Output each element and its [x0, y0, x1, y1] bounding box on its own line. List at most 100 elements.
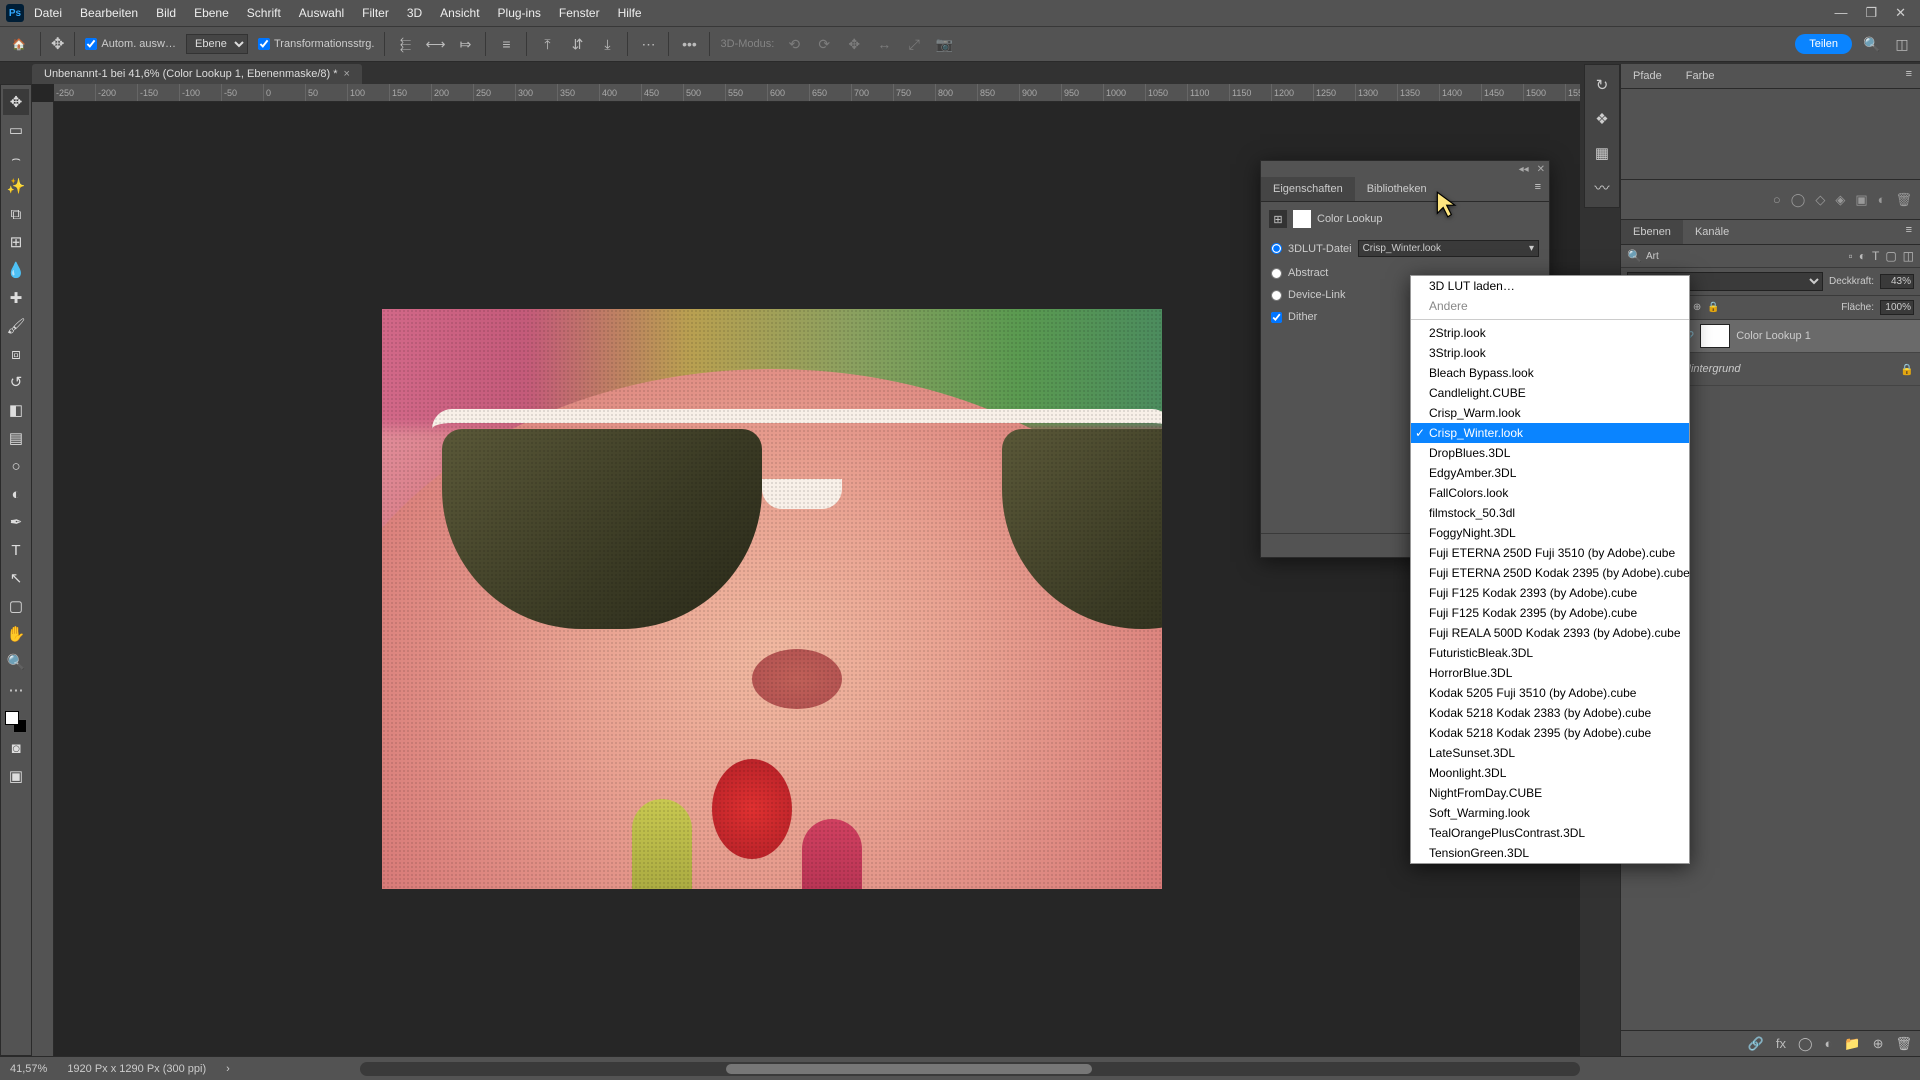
workspace-icon[interactable]: ◫ — [1892, 34, 1912, 54]
delete-layer-icon[interactable]: 🗑 — [1895, 1036, 1912, 1052]
horizontal-scrollbar[interactable] — [360, 1062, 1580, 1076]
rectangle-tool[interactable]: ▢ — [3, 593, 29, 619]
auto-select-target[interactable]: Ebene — [186, 34, 248, 54]
history-panel-icon[interactable]: ↻ — [1592, 75, 1612, 95]
share-button[interactable]: Teilen — [1795, 34, 1852, 54]
path-tool[interactable]: ↖ — [3, 565, 29, 591]
eyedropper-tool[interactable]: 💧 — [3, 257, 29, 283]
quickmask-tool[interactable]: ◙ — [3, 735, 29, 761]
close-icon[interactable]: × — [344, 68, 350, 80]
adj-icon[interactable]: ◈ — [1835, 192, 1845, 208]
link-layers-icon[interactable]: 🔗 — [1748, 1036, 1764, 1052]
chevron-right-icon[interactable]: › — [226, 1063, 230, 1075]
lut-item[interactable]: FallColors.look — [1411, 483, 1689, 503]
menu-plugins[interactable]: Plug-ins — [490, 2, 549, 24]
wand-tool[interactable]: ✨ — [3, 173, 29, 199]
align-center-v-icon[interactable]: ⇵ — [567, 34, 587, 54]
window-close-icon[interactable]: ✕ — [1895, 5, 1906, 21]
panel-menu-icon[interactable]: ≡ — [1898, 220, 1920, 244]
lut-item[interactable]: LateSunset.3DL — [1411, 743, 1689, 763]
window-minimize-icon[interactable]: — — [1834, 5, 1847, 21]
lut-item[interactable]: Fuji F125 Kodak 2393 (by Adobe).cube — [1411, 583, 1689, 603]
lut-item[interactable]: Moonlight.3DL — [1411, 763, 1689, 783]
align-bottom-icon[interactable]: ⤓ — [597, 34, 617, 54]
panel-collapse-icon[interactable]: ◂◂ — [1519, 164, 1529, 175]
lut-item[interactable]: Crisp_Warm.look — [1411, 403, 1689, 423]
tab-kanale[interactable]: Kanäle — [1683, 220, 1741, 244]
lut-item[interactable]: NightFromDay.CUBE — [1411, 783, 1689, 803]
lut-item[interactable]: Fuji ETERNA 250D Kodak 2395 (by Adobe).c… — [1411, 563, 1689, 583]
adjustment-layer-icon[interactable]: ◐ — [1825, 1036, 1833, 1051]
tab-ebenen[interactable]: Ebenen — [1621, 220, 1683, 244]
frame-tool[interactable]: ⊞ — [3, 229, 29, 255]
lasso-tool[interactable]: ⌢ — [3, 145, 29, 171]
doc-dimensions[interactable]: 1920 Px x 1290 Px (300 ppi) — [67, 1063, 206, 1075]
filter-smart-icon[interactable]: ◫ — [1903, 249, 1914, 263]
zoom-value[interactable]: 41,57% — [10, 1063, 47, 1075]
filter-pixel-icon[interactable]: ▫ — [1848, 249, 1852, 263]
lut-item[interactable]: 3Strip.look — [1411, 343, 1689, 363]
lut-load-item[interactable]: 3D LUT laden… — [1411, 276, 1689, 296]
layer-name[interactable]: Hintergrund — [1683, 363, 1740, 375]
fill-input[interactable] — [1880, 300, 1914, 315]
delete-icon[interactable]: 🗑 — [1895, 192, 1912, 208]
opacity-input[interactable] — [1880, 274, 1914, 289]
menu-datei[interactable]: Datei — [26, 2, 70, 24]
fx-icon[interactable]: fx — [1776, 1036, 1786, 1051]
history-brush-tool[interactable]: ↺ — [3, 369, 29, 395]
blur-tool[interactable]: ○ — [3, 453, 29, 479]
group-icon[interactable]: 📁 — [1844, 1036, 1860, 1052]
auto-select-checkbox[interactable]: Autom. ausw… — [85, 38, 176, 50]
heal-tool[interactable]: ✚ — [3, 285, 29, 311]
menu-bearbeiten[interactable]: Bearbeiten — [72, 2, 146, 24]
align-center-h-icon[interactable]: ⟷ — [425, 34, 445, 54]
more-align-icon[interactable]: ⋯ — [638, 34, 658, 54]
panel-close-icon[interactable]: ✕ — [1537, 164, 1545, 175]
lut-item[interactable]: EdgyAmber.3DL — [1411, 463, 1689, 483]
menu-schrift[interactable]: Schrift — [239, 2, 289, 24]
lut-item[interactable]: HorrorBlue.3DL — [1411, 663, 1689, 683]
crop-tool[interactable]: ⧉ — [3, 201, 29, 227]
adj-icon[interactable]: ▣ — [1855, 192, 1867, 208]
lut-item[interactable]: Fuji REALA 500D Kodak 2393 (by Adobe).cu… — [1411, 623, 1689, 643]
color-swatches[interactable] — [5, 711, 27, 733]
gradient-tool[interactable]: ▤ — [3, 425, 29, 451]
channels-panel-icon[interactable]: ▦ — [1592, 143, 1612, 163]
align-top-icon[interactable]: ⤒ — [537, 34, 557, 54]
lock-icon[interactable]: 🔒 — [1900, 363, 1914, 376]
menu-3d[interactable]: 3D — [399, 2, 430, 24]
lut-item[interactable]: filmstock_50.3dl — [1411, 503, 1689, 523]
lut-item[interactable]: 2Strip.look — [1411, 323, 1689, 343]
lut-item[interactable]: Kodak 5218 Kodak 2383 (by Adobe).cube — [1411, 703, 1689, 723]
home-icon[interactable]: 🏠 — [8, 33, 30, 55]
pen-tool[interactable]: ✒ — [3, 509, 29, 535]
menu-filter[interactable]: Filter — [354, 2, 397, 24]
lut-item[interactable]: FoggyNight.3DL — [1411, 523, 1689, 543]
eraser-tool[interactable]: ◧ — [3, 397, 29, 423]
new-layer-icon[interactable]: ⊕ — [1873, 1036, 1884, 1052]
radio-devicelink[interactable] — [1271, 290, 1282, 301]
paths-panel-icon[interactable]: 〰 — [1592, 177, 1612, 197]
menu-fenster[interactable]: Fenster — [551, 2, 608, 24]
filter-adjust-icon[interactable]: ◐ — [1859, 249, 1866, 263]
menu-hilfe[interactable]: Hilfe — [610, 2, 650, 24]
align-left-icon[interactable]: ⬱ — [395, 34, 415, 54]
lut-item[interactable]: DropBlues.3DL — [1411, 443, 1689, 463]
radio-abstract[interactable] — [1271, 268, 1282, 279]
mask-thumb[interactable] — [1700, 324, 1730, 348]
lut-item[interactable]: FuturisticBleak.3DL — [1411, 643, 1689, 663]
screenmode-tool[interactable]: ▣ — [3, 763, 29, 789]
radio-3dlut[interactable] — [1271, 243, 1282, 254]
checkbox-dither[interactable] — [1271, 312, 1282, 323]
mask-icon[interactable]: ◯ — [1798, 1036, 1813, 1052]
search-icon[interactable]: 🔍 — [1627, 249, 1642, 263]
lut-item[interactable]: Soft_Warming.look — [1411, 803, 1689, 823]
menu-auswahl[interactable]: Auswahl — [291, 2, 352, 24]
panel-menu-icon[interactable]: ≡ — [1898, 64, 1920, 88]
tab-eigenschaften[interactable]: Eigenschaften — [1261, 177, 1355, 201]
brush-tool[interactable]: 🖌 — [3, 313, 29, 339]
zoom-tool[interactable]: 🔍 — [3, 649, 29, 675]
lut-item[interactable]: Fuji F125 Kodak 2395 (by Adobe).cube — [1411, 603, 1689, 623]
tab-pfade[interactable]: Pfade — [1621, 64, 1674, 88]
align-right-icon[interactable]: ⤇ — [455, 34, 475, 54]
